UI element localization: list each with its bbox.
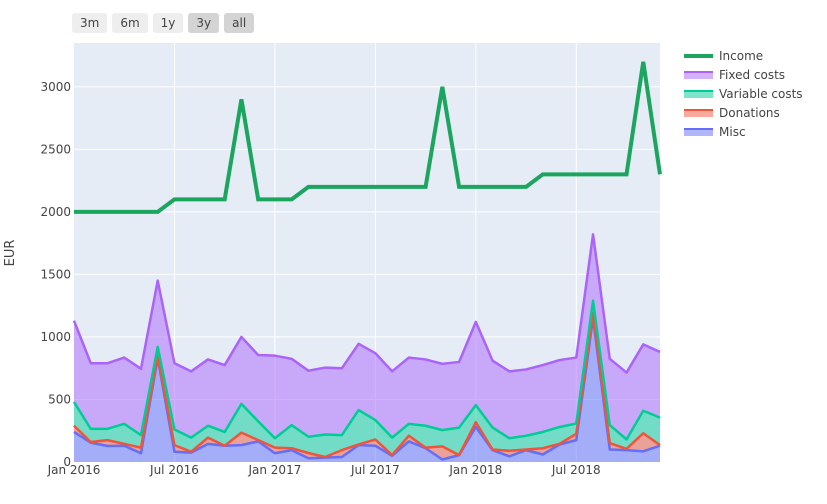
legend-label: Variable costs [719, 87, 803, 101]
y-tick-labels: 050010001500200025003000 [40, 80, 71, 469]
x-tick-label: Jan 2016 [47, 463, 101, 477]
x-tick-labels: Jan 2016 Jul 2016 Jan 2017 Jul 2017 Jan 2018… [47, 463, 601, 477]
y-tick-label: 1000 [40, 330, 71, 344]
x-tick-label: Jan 2018 [448, 463, 502, 477]
legend-label: Income [719, 49, 763, 63]
y-tick-label: 3000 [40, 80, 71, 94]
legend: Income Fixed costs Variable costs Donations… [684, 49, 803, 139]
legend-label: Fixed costs [719, 68, 785, 82]
x-tick-label: Jul 2017 [350, 463, 400, 477]
x-tick-label: Jul 2016 [149, 463, 199, 477]
legend-item-variable-costs[interactable]: Variable costs [684, 87, 803, 101]
legend-label: Donations [719, 106, 780, 120]
legend-label: Misc [719, 125, 746, 139]
y-tick-label: 2500 [40, 142, 71, 156]
y-tick-label: 500 [48, 392, 71, 406]
y-tick-label: 2000 [40, 205, 71, 219]
legend-item-income[interactable]: Income [684, 49, 763, 63]
y-axis-label: EUR [3, 240, 18, 267]
x-tick-label: Jul 2018 [551, 463, 601, 477]
legend-item-misc[interactable]: Misc [684, 125, 746, 139]
legend-item-donations[interactable]: Donations [684, 106, 780, 120]
y-tick-label: 1500 [40, 267, 71, 281]
x-tick-label: Jan 2017 [247, 463, 301, 477]
legend-item-fixed-costs[interactable]: Fixed costs [684, 68, 785, 82]
chart: 050010001500200025003000 Jan 2016 Jul 201… [3, 43, 803, 477]
